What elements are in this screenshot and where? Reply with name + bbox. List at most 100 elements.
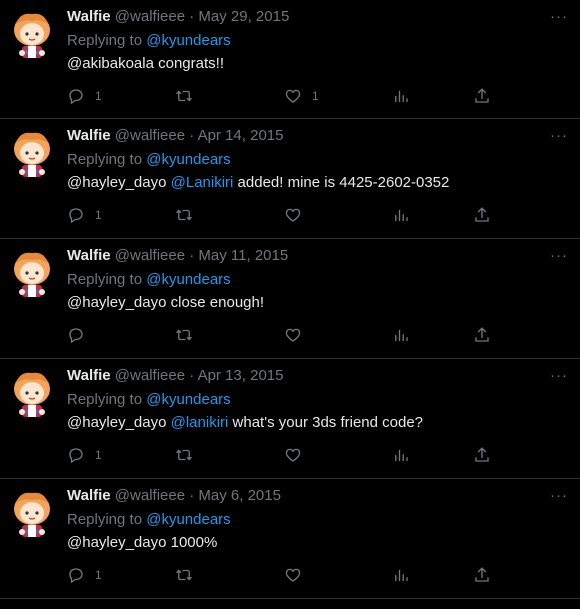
reply-icon [69, 89, 83, 105]
share-icon [475, 327, 489, 342]
separator-dot: · [189, 367, 195, 384]
tweet-date[interactable]: May 11, 2015 [198, 247, 288, 264]
retweet-icon [176, 209, 192, 221]
author-name[interactable]: Walfie [67, 367, 111, 384]
views-button[interactable] [392, 445, 410, 465]
reply-button[interactable]: 1 [67, 205, 102, 225]
views-icon [395, 90, 408, 102]
tweet[interactable]: Walfie @walfieee · May 11, 2015 ··· Repl… [0, 239, 580, 359]
replying-to: Replying to @kyundears [67, 151, 231, 168]
retweet-button[interactable] [175, 86, 203, 106]
author-handle[interactable]: @walfieee [115, 487, 185, 504]
replying-to-user[interactable]: @kyundears [146, 511, 230, 528]
avatar[interactable] [10, 369, 54, 421]
tweet-text-segment: @hayley_dayo 1000% [67, 534, 218, 551]
tweet[interactable]: Walfie @walfieee · Apr 14, 2015 ··· Repl… [0, 119, 580, 239]
reply-button[interactable]: 1 [67, 86, 102, 106]
share-icon [475, 207, 489, 222]
more-icon[interactable]: ··· [550, 487, 568, 504]
reply-count: 1 [95, 448, 102, 462]
author-name[interactable]: Walfie [67, 487, 111, 504]
views-button[interactable] [392, 86, 410, 106]
tweet-text: @hayley_dayo 1000% [67, 534, 217, 551]
tweet[interactable]: Walfie @walfieee · May 6, 2015 ··· Reply… [0, 479, 580, 599]
avatar[interactable] [10, 249, 54, 301]
retweet-icon [176, 329, 192, 341]
tweet-header: Walfie @walfieee · May 29, 2015 [67, 8, 289, 25]
tweet-actions [67, 325, 567, 345]
replying-to-user[interactable]: @kyundears [146, 32, 230, 49]
more-icon[interactable]: ··· [550, 247, 568, 264]
like-button[interactable] [284, 445, 312, 465]
tweet[interactable]: Walfie @walfieee · Apr 13, 2015 ··· Repl… [0, 359, 580, 479]
tweet-date[interactable]: May 6, 2015 [198, 487, 281, 504]
replying-prefix: Replying to [67, 32, 143, 49]
tweet-header: Walfie @walfieee · Apr 14, 2015 [67, 127, 283, 144]
replying-prefix: Replying to [67, 391, 143, 408]
reply-icon [69, 448, 83, 464]
author-name[interactable]: Walfie [67, 247, 111, 264]
share-button[interactable] [473, 325, 491, 345]
share-icon [475, 447, 489, 462]
tweet-feed: Walfie @walfieee · May 29, 2015 ··· Repl… [0, 0, 580, 599]
tweet-date[interactable]: May 29, 2015 [198, 8, 289, 25]
heart-icon [285, 568, 301, 582]
like-button[interactable] [284, 205, 312, 225]
share-button[interactable] [473, 445, 491, 465]
tweet-date[interactable]: Apr 13, 2015 [198, 367, 284, 384]
share-icon [475, 88, 489, 103]
reply-button[interactable]: 1 [67, 565, 102, 585]
heart-icon [285, 89, 301, 103]
reply-button[interactable]: 1 [67, 445, 102, 465]
separator-dot: · [189, 127, 195, 144]
tweet-actions: 1 [67, 445, 567, 465]
tweet[interactable]: Walfie @walfieee · May 29, 2015 ··· Repl… [0, 0, 580, 119]
like-button[interactable] [284, 565, 312, 585]
retweet-button[interactable] [175, 565, 203, 585]
tweet-actions: 1 [67, 565, 567, 585]
author-name[interactable]: Walfie [67, 127, 111, 144]
more-icon[interactable]: ··· [550, 127, 568, 144]
author-handle[interactable]: @walfieee [115, 127, 185, 144]
author-handle[interactable]: @walfieee [115, 367, 185, 384]
replying-to: Replying to @kyundears [67, 511, 231, 528]
share-button[interactable] [473, 565, 491, 585]
share-button[interactable] [473, 205, 491, 225]
tweet-header: Walfie @walfieee · May 6, 2015 [67, 487, 281, 504]
tweet-text-segment: what's your 3ds friend code? [228, 414, 424, 431]
author-handle[interactable]: @walfieee [115, 247, 185, 264]
views-button[interactable] [392, 325, 410, 345]
retweet-button[interactable] [175, 445, 203, 465]
like-button[interactable]: 1 [284, 86, 319, 106]
tweet-date[interactable]: Apr 14, 2015 [198, 127, 284, 144]
replying-to-user[interactable]: @kyundears [146, 391, 230, 408]
author-handle[interactable]: @walfieee [115, 8, 185, 25]
like-button[interactable] [284, 325, 312, 345]
reply-icon [69, 208, 83, 224]
retweet-icon [176, 569, 192, 581]
like-count: 1 [312, 89, 319, 103]
mention-link[interactable]: @lanikiri [171, 414, 229, 431]
mention-link[interactable]: @Lanikiri [171, 174, 234, 191]
retweet-button[interactable] [175, 325, 203, 345]
reply-button[interactable] [67, 325, 95, 345]
avatar[interactable] [10, 489, 54, 541]
reply-icon [69, 328, 83, 344]
author-name[interactable]: Walfie [67, 8, 111, 25]
avatar[interactable] [10, 10, 54, 62]
replying-to: Replying to @kyundears [67, 271, 231, 288]
views-button[interactable] [392, 205, 410, 225]
avatar[interactable] [10, 129, 54, 181]
retweet-icon [176, 449, 192, 461]
more-icon[interactable]: ··· [550, 8, 568, 25]
replying-to-user[interactable]: @kyundears [146, 271, 230, 288]
retweet-button[interactable] [175, 205, 203, 225]
more-icon[interactable]: ··· [550, 367, 568, 384]
replying-prefix: Replying to [67, 511, 143, 528]
tweet-header: Walfie @walfieee · Apr 13, 2015 [67, 367, 283, 384]
views-button[interactable] [392, 565, 410, 585]
heart-icon [285, 208, 301, 222]
share-button[interactable] [473, 86, 491, 106]
replying-to-user[interactable]: @kyundears [146, 151, 230, 168]
reply-count: 1 [95, 568, 102, 582]
